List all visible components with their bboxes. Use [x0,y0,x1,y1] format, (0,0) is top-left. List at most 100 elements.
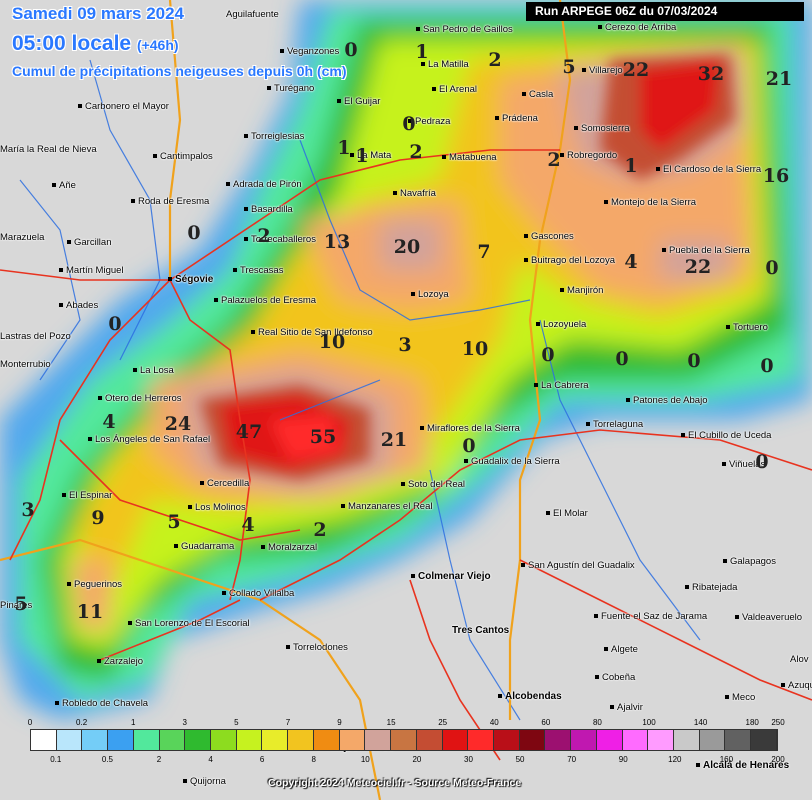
town-label: Cantimpalos [153,151,213,162]
legend-tick-label: 70 [567,755,577,764]
legend-tick-label: 20 [412,755,422,764]
snow-value-label: 0 [615,348,629,370]
town-label: Gascones [524,231,574,242]
town-label: Otero de Herreros [98,393,182,404]
town-label: Alov [790,654,809,665]
legend-tick-label: 6 [259,755,265,764]
town-label: Buitrago del Lozoya [524,255,615,266]
town-label: Garcillan [67,237,112,248]
town-label: Cerezo de Arriba [598,22,676,33]
town-label: María la Real de Nieva [0,144,97,155]
legend-tick-label: 50 [515,755,525,764]
legend-tick-label: 9 [337,718,342,727]
town-label: San Pedro de Gaillos [416,24,513,35]
legend-swatch [648,730,674,750]
snow-value-label: 2 [547,149,561,171]
legend-tick-label: 25 [438,718,448,727]
town-label: Añe [52,180,76,191]
snow-value-label: 16 [762,165,790,187]
legend-tick-label: 40 [489,718,499,727]
snow-value-label: 0 [462,435,476,457]
legend-swatch [519,730,546,750]
legend-tick-label: 3 [182,718,187,727]
legend-tick-label: 0.5 [101,755,113,764]
legend-swatch [725,730,752,750]
legend-swatch [159,730,186,750]
legend-tick-label: 250 [771,718,785,727]
town-label: Aguilafuente [226,9,279,20]
legend-swatch [416,730,443,750]
town-label: Torrecaballeros [244,234,316,245]
legend-swatch [288,730,314,750]
snow-value-label: 55 [309,426,337,448]
town-label: Manzanares el Real [341,501,433,512]
snow-value-label: 5 [562,56,576,78]
snow-value-label: 0 [187,222,201,244]
snow-value-label: 0 [344,39,358,61]
town-label: Basardilla [244,204,293,215]
snow-value-label: 47 [235,421,263,443]
town-label: La Losa [133,365,174,376]
town-label: Manjirón [560,285,603,296]
town-label: El Molar [546,508,588,519]
town-label: Soto del Real [401,479,465,490]
town-label: Patones de Abajo [626,395,707,406]
town-label: Veganzones [280,46,339,57]
legend-tick-label: 15 [386,718,396,727]
snow-value-label: 10 [318,331,346,353]
snow-value-label: 7 [477,241,491,263]
legend-tick-label: 200 [771,755,785,764]
legend-tick-label: 80 [592,718,602,727]
legend-tick-label: 0.1 [50,755,62,764]
town-label: Collado Villalba [222,588,294,599]
legend-swatch [468,730,494,750]
town-label: Zarzalejo [97,656,143,667]
town-label: Ribatejada [685,582,737,593]
town-label: Los Molinos [188,502,246,513]
town-label: Casla [522,89,553,100]
legend-swatch [751,730,777,750]
snow-value-label: 2 [313,519,327,541]
legend-swatch [673,730,700,750]
legend-swatch [699,730,726,750]
town-label: Meco [725,692,755,703]
town-label: Algete [604,644,638,655]
legend-tick-label: 160 [719,755,734,764]
snow-value-label: 0 [760,355,774,377]
legend-swatch [365,730,392,750]
snow-value-label: 4 [241,514,255,536]
snow-value-label: 20 [393,236,421,258]
town-label: El Cubillo de Uceda [681,430,771,441]
town-label: Roda de Eresma [131,196,209,207]
town-label: Carbonero el Mayor [78,101,169,112]
snow-value-label: 0 [755,451,769,473]
snow-value-label: 0 [108,313,122,335]
legend-tick-label: 100 [642,718,656,727]
legend-swatch [442,730,469,750]
legend-tick-label: 4 [208,755,213,764]
legend-swatch [313,730,340,750]
town-label: Cercedilla [200,478,249,489]
snow-value-label: 1 [415,41,429,63]
town-label: Colmenar Viejo [411,571,491,582]
town-label: Turégano [267,83,314,94]
town-label: San Agustín del Guadalix [521,560,635,571]
town-label: Palazuelos de Eresma [214,295,316,306]
town-label: El Espinar [62,490,112,501]
forecast-hour: 05:00 locale (+46h) [12,32,179,56]
legend-swatch [493,730,520,750]
legend-swatch [622,730,649,750]
town-label: Torrelaguna [586,419,643,430]
snow-value-label: 13 [323,231,351,253]
snow-value-label: 4 [102,411,116,433]
town-label: Prádena [495,113,538,124]
snow-value-label: 4 [624,251,638,273]
legend-tick-label: 140 [693,718,708,727]
forecast-offset: (+46h) [136,37,179,53]
town-label: Peguerinos [67,579,122,590]
town-label: Adrada de Pirón [226,179,302,190]
town-label: Quijorna [183,776,226,787]
legend-tick-label: 0.2 [76,718,88,727]
town-label: Trescasas [233,265,283,276]
town-label: San Lorenzo de El Escorial [128,618,250,629]
